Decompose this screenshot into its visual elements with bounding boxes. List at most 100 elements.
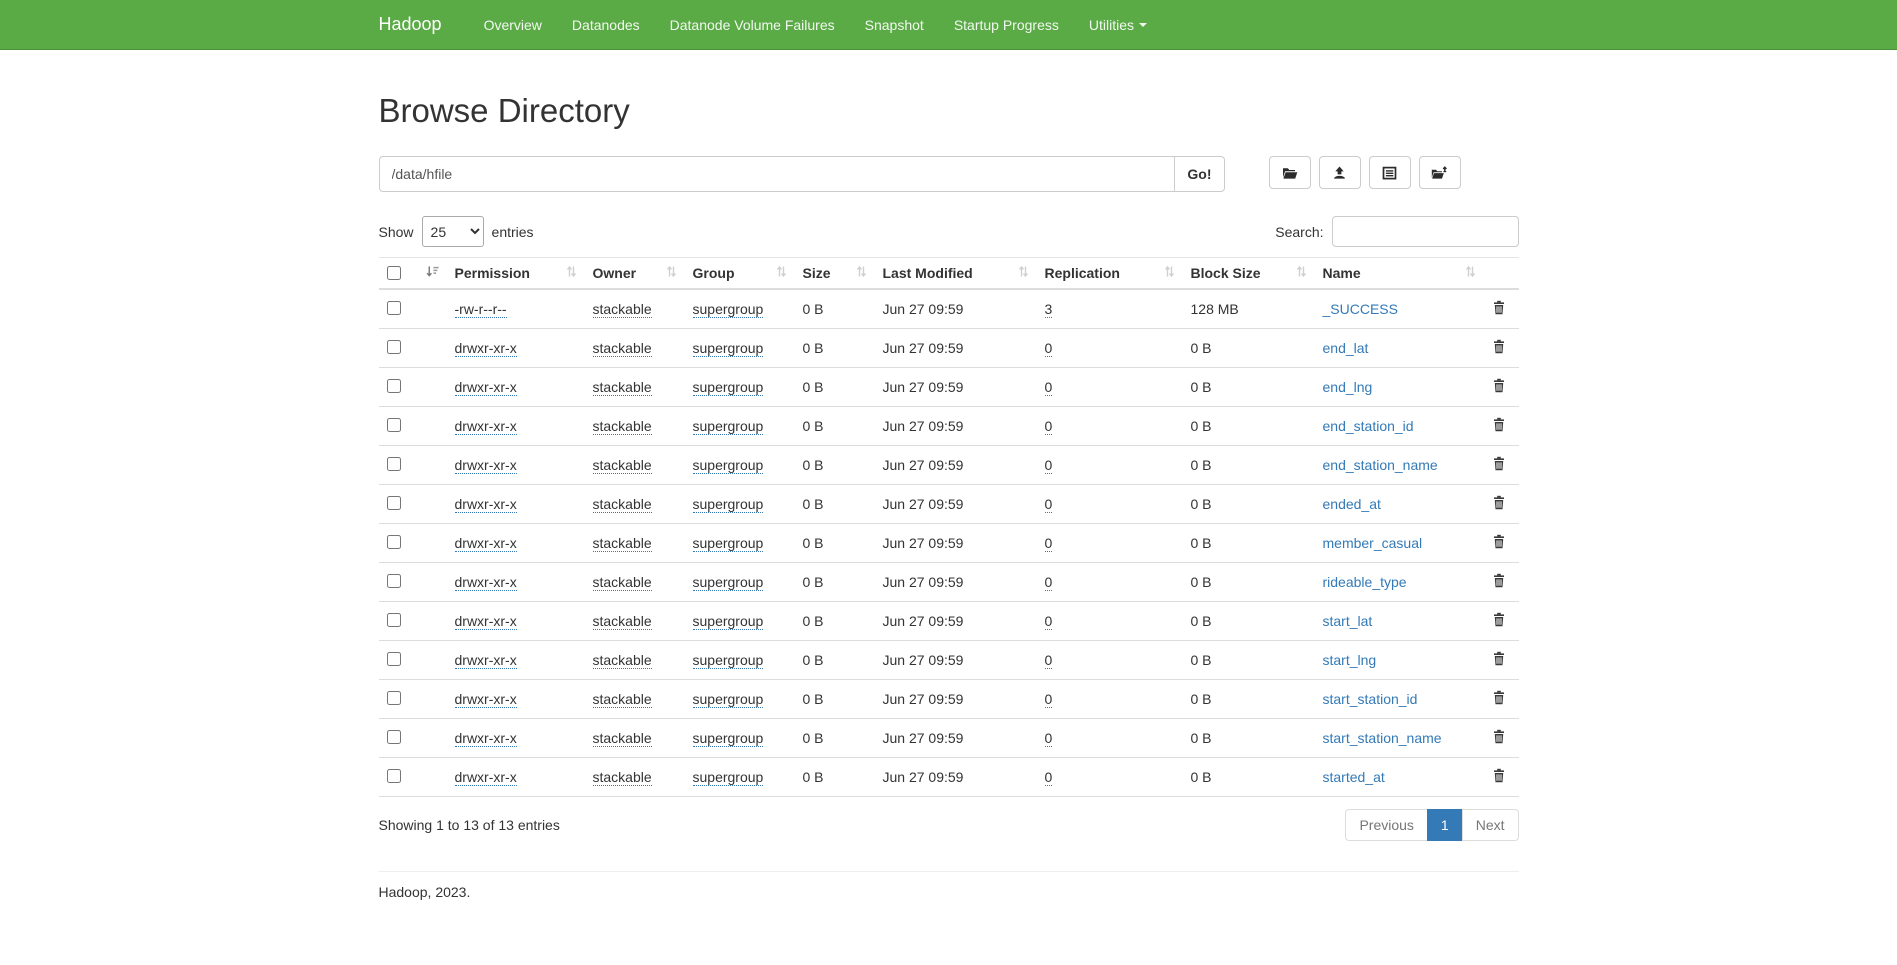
last-modified-value: Jun 27 09:59 [875,758,1037,797]
group-value: supergroup [693,574,764,591]
header-owner[interactable]: Owner [585,258,685,290]
row-checkbox[interactable] [387,340,401,354]
nav-item-startup-progress[interactable]: Startup Progress [939,0,1074,49]
sort-amount-icon [426,265,439,281]
row-checkbox[interactable] [387,457,401,471]
sort-icon [776,265,787,281]
file-name-link[interactable]: start_station_id [1323,691,1418,707]
permission-value: drwxr-xr-x [455,769,517,786]
permission-value: drwxr-xr-x [455,652,517,669]
header-replication[interactable]: Replication [1037,258,1183,290]
row-checkbox[interactable] [387,379,401,393]
file-name-link[interactable]: end_station_name [1323,457,1438,473]
brand-hadoop[interactable]: Hadoop [379,14,457,35]
block-size-value: 0 B [1183,329,1315,368]
move-to-folder-button[interactable] [1419,156,1461,189]
sort-icon [1018,265,1029,281]
file-name-link[interactable]: start_lng [1323,652,1377,668]
last-modified-value: Jun 27 09:59 [875,289,1037,329]
block-size-value: 128 MB [1183,289,1315,329]
nav-item-utilities-dropdown[interactable]: Utilities [1074,0,1162,49]
file-name-link[interactable]: end_station_id [1323,418,1414,434]
last-modified-value: Jun 27 09:59 [875,719,1037,758]
file-name-link[interactable]: rideable_type [1323,574,1407,590]
file-name-link[interactable]: start_station_name [1323,730,1442,746]
search-input[interactable] [1332,216,1519,247]
delete-button[interactable] [1492,612,1506,630]
trash-icon [1492,498,1506,513]
file-name-link[interactable]: start_lat [1323,613,1373,629]
trash-icon [1492,771,1506,786]
create-directory-button[interactable] [1269,156,1311,189]
delete-button[interactable] [1492,534,1506,552]
table-row: drwxr-xr-x stackable supergroup 0 B Jun … [379,524,1519,563]
file-name-link[interactable]: member_casual [1323,535,1423,551]
last-modified-value: Jun 27 09:59 [875,407,1037,446]
file-name-link[interactable]: started_at [1323,769,1385,785]
row-checkbox[interactable] [387,574,401,588]
size-value: 0 B [795,758,875,797]
row-checkbox[interactable] [387,418,401,432]
file-name-link[interactable]: ended_at [1323,496,1381,512]
path-toolbar: Go! [379,156,1519,192]
select-all-checkbox[interactable] [387,266,401,280]
delete-button[interactable] [1492,573,1506,591]
header-permission[interactable]: Permission [447,258,585,290]
file-name-link[interactable]: end_lat [1323,340,1369,356]
row-checkbox[interactable] [387,301,401,315]
header-block-size[interactable]: Block Size [1183,258,1315,290]
search-control: Search: [1275,216,1518,247]
file-name-link[interactable]: _SUCCESS [1323,301,1398,317]
delete-button[interactable] [1492,456,1506,474]
row-checkbox[interactable] [387,535,401,549]
delete-button[interactable] [1492,729,1506,747]
delete-button[interactable] [1492,495,1506,513]
last-modified-value: Jun 27 09:59 [875,680,1037,719]
replication-value: 0 [1045,418,1053,435]
delete-button[interactable] [1492,768,1506,786]
delete-button[interactable] [1492,417,1506,435]
nav-item-snapshot[interactable]: Snapshot [850,0,939,49]
table-row: -rw-r--r-- stackable supergroup 0 B Jun … [379,289,1519,329]
pagination-previous[interactable]: Previous [1345,809,1427,841]
nav-item-datanode-volume-failures[interactable]: Datanode Volume Failures [655,0,850,49]
pagination-page-1[interactable]: 1 [1427,809,1463,841]
cut-paste-button[interactable] [1369,156,1411,189]
delete-button[interactable] [1492,651,1506,669]
upload-files-button[interactable] [1319,156,1361,189]
showing-entries-text: Showing 1 to 13 of 13 entries [379,817,560,833]
nav-item-overview[interactable]: Overview [469,0,557,49]
row-checkbox[interactable] [387,691,401,705]
delete-button[interactable] [1492,339,1506,357]
sort-icon [1465,265,1476,281]
directory-path-input[interactable] [379,156,1176,192]
permission-value: drwxr-xr-x [455,379,517,396]
header-group[interactable]: Group [685,258,795,290]
last-modified-value: Jun 27 09:59 [875,329,1037,368]
file-name-link[interactable]: end_lng [1323,379,1373,395]
row-checkbox[interactable] [387,613,401,627]
header-size[interactable]: Size [795,258,875,290]
delete-button[interactable] [1492,690,1506,708]
navbar-menu: Overview Datanodes Datanode Volume Failu… [469,0,1162,49]
page-length-select[interactable]: 25 [422,216,484,247]
nav-item-datanodes[interactable]: Datanodes [557,0,655,49]
go-button[interactable]: Go! [1175,156,1224,192]
table-row: drwxr-xr-x stackable supergroup 0 B Jun … [379,446,1519,485]
row-checkbox[interactable] [387,496,401,510]
row-checkbox[interactable] [387,730,401,744]
permission-value: drwxr-xr-x [455,496,517,513]
pagination-next[interactable]: Next [1462,809,1519,841]
row-checkbox[interactable] [387,652,401,666]
utilities-label: Utilities [1089,17,1134,33]
table-row: drwxr-xr-x stackable supergroup 0 B Jun … [379,641,1519,680]
row-checkbox[interactable] [387,769,401,783]
delete-button[interactable] [1492,378,1506,396]
header-name[interactable]: Name [1315,258,1484,290]
permission-value: drwxr-xr-x [455,730,517,747]
header-last-modified[interactable]: Last Modified [875,258,1037,290]
replication-value: 0 [1045,457,1053,474]
delete-button[interactable] [1492,300,1506,318]
select-all-header[interactable] [379,258,447,290]
sort-icon [856,265,867,281]
